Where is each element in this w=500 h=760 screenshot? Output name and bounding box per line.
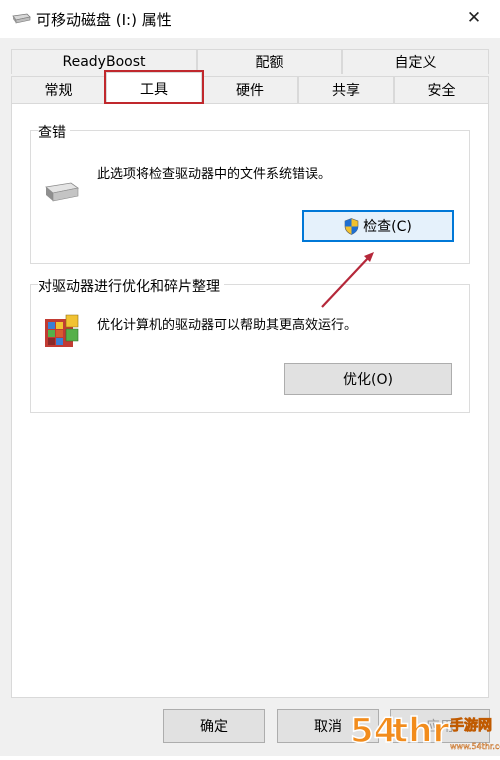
svg-text:thr: thr xyxy=(392,711,449,751)
svg-text:54: 54 xyxy=(350,711,397,751)
watermark-logo: 54 thr 手游网 www.54thr.com xyxy=(349,704,500,756)
annotation-arrow xyxy=(321,252,374,308)
watermark-graphic: 54 thr 手游网 www.54thr.com xyxy=(349,710,500,752)
svg-text:手游网: 手游网 xyxy=(450,717,492,734)
svg-text:www.54thr.com: www.54thr.com xyxy=(450,742,500,751)
